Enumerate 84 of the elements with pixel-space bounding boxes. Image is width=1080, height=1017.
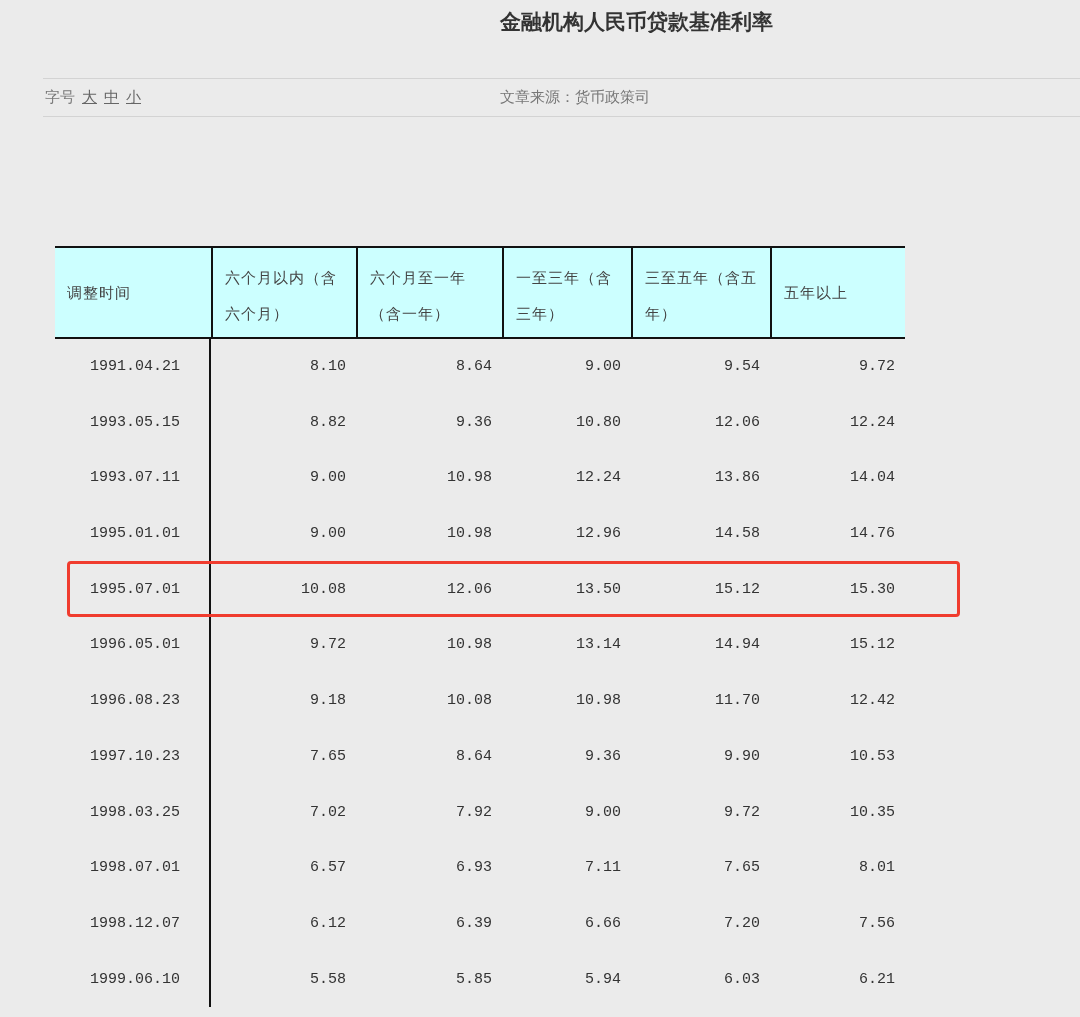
table-cell: 1993.07.11 [55,450,211,507]
table-cell-text: 5.85 [455,969,493,990]
table-cell: 1991.04.21 [55,339,211,395]
table-cell: 1995.07.01 [55,561,211,618]
column-header: 六个月至一年（含一年） [356,248,502,337]
table-cell-text: 8.64 [455,746,493,767]
table-cell-text: 7.11 [584,858,622,879]
table-cell-text: 10.98 [446,524,493,545]
table-cell-text: 8.01 [858,858,896,879]
table-cell-text: 12.06 [714,412,761,433]
table-cell-text: 6.03 [723,969,761,990]
table-cell-text: 9.72 [723,802,761,823]
table-cell-text: 13.86 [714,468,761,489]
table-cell-text: 10.53 [849,746,896,767]
page-title: 金融机构人民币贷款基准利率 [499,8,774,36]
column-header: 一至三年（含三年） [502,248,631,337]
table-cell-text: 13.50 [575,579,622,600]
table-cell-text: 9.72 [309,635,347,656]
table-cell-text: 6.21 [858,969,896,990]
table-cell-text: 5.58 [309,969,347,990]
table-cell-text: 10.08 [446,691,493,712]
font-size-link[interactable]: 小 [126,88,141,107]
font-size-label: 字号 [45,88,75,107]
table-cell: 1998.03.25 [55,784,211,841]
table-cell-text: 14.94 [714,635,761,656]
table-cell: 1996.08.23 [55,673,211,729]
table-cell: 1999.06.10 [55,951,211,1008]
column-header: 五年以上 [770,248,905,337]
table-cell-text: 14.58 [714,524,761,545]
table-cell-text: 5.94 [584,969,622,990]
table-cell: 1998.07.01 [55,840,211,896]
table-cell-text: 7.56 [858,913,896,934]
table-cell-text: 6.93 [455,858,493,879]
table-cell-text: 7.20 [723,913,761,934]
table-cell-text: 12.24 [575,468,622,489]
table-cell-text: 7.65 [723,858,761,879]
table-cell-text: 8.82 [309,412,347,433]
table-cell-text: 15.30 [849,579,896,600]
table-cell: 1996.05.01 [55,617,211,674]
table-cell-text: 10.08 [300,579,347,600]
table-cell: 1998.12.07 [55,895,211,952]
table-cell-text: 10.98 [446,468,493,489]
table-cell-text: 7.02 [309,802,347,823]
table-cell-text: 6.57 [309,858,347,879]
table-cell-text: 9.00 [584,802,622,823]
column-header: 三至五年（含五年） [631,248,770,337]
table-cell-text: 7.65 [309,746,347,767]
table-cell-text: 6.66 [584,913,622,934]
table-cell-text: 12.06 [446,579,493,600]
table-cell-text: 7.92 [455,802,493,823]
table-cell-text: 10.98 [575,691,622,712]
table-cell-text: 13.14 [575,635,622,656]
column-header: 调整时间 [66,282,132,304]
table-cell-text: 10.80 [575,412,622,433]
font-size-link[interactable]: 中 [104,88,119,107]
table-cell-text: 11.70 [714,691,761,712]
table-cell-text: 9.72 [858,357,896,377]
table-cell-text: 9.18 [309,691,347,712]
table-cell-text: 9.00 [309,468,347,489]
table-cell-text: 9.00 [584,357,622,377]
table-cell-text: 9.54 [723,357,761,377]
table-cell-text: 9.36 [455,412,493,433]
table-cell: 1993.05.15 [55,394,211,451]
table-cell-text: 9.00 [309,524,347,545]
table-cell-text: 9.90 [723,746,761,767]
table-cell-text: 15.12 [849,635,896,656]
font-size-link[interactable]: 大 [82,88,97,107]
table-cell-text: 8.64 [455,357,493,377]
table-cell: 1997.10.23 [55,728,211,785]
column-header: 六个月以内（含六个月） [211,248,356,337]
table-cell-text: 10.35 [849,802,896,823]
table-cell-text: 6.12 [309,913,347,934]
article-source: 文章来源：货币政策司 [500,88,650,107]
table-cell: 1995.01.01 [55,506,211,562]
table-cell-text: 6.39 [455,913,493,934]
table-cell-text: 12.42 [849,691,896,712]
table-cell-text: 15.12 [714,579,761,600]
table-cell-text: 14.76 [849,524,896,545]
table-cell-text: 12.24 [849,412,896,433]
table-cell-text: 10.98 [446,635,493,656]
table-cell-text: 12.96 [575,524,622,545]
table-cell-text: 14.04 [849,468,896,489]
table-cell-text: 9.36 [584,746,622,767]
table-cell-text: 8.10 [309,357,347,377]
